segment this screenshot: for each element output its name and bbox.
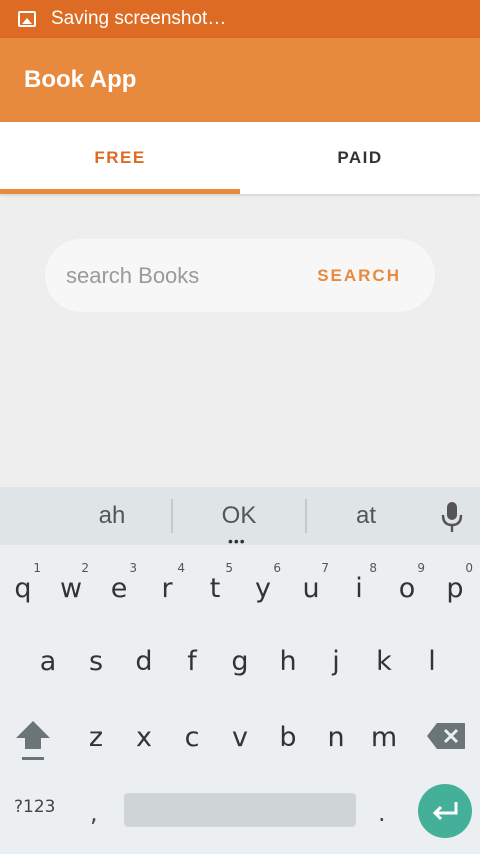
enter-arrow-icon [432,802,458,821]
key-v[interactable]: v [218,709,262,765]
search-button[interactable]: SEARCH [317,266,401,286]
tab-free[interactable]: FREE [0,122,240,194]
search-input[interactable] [66,262,296,289]
key-u[interactable]: 7u [289,553,333,609]
key-d[interactable]: d [122,633,166,689]
key-w[interactable]: 2w [49,553,93,609]
key-hint: 6 [273,561,281,575]
enter-key[interactable] [418,784,472,838]
microphone-icon[interactable] [440,501,464,533]
key-label: w [59,572,83,604]
tab-paid[interactable]: PAID [240,122,480,194]
key-hint: 2 [81,561,89,575]
key-l[interactable]: l [410,633,454,689]
soft-keyboard: ah OK at ••• 1q2w3e4r5t6y7u8i9o0p asdfgh… [0,487,480,854]
key-h[interactable]: h [266,633,310,689]
key-k[interactable]: k [362,633,406,689]
key-c[interactable]: c [170,709,214,765]
key-hint: 5 [225,561,233,575]
key-t[interactable]: 5t [193,553,237,609]
key-j[interactable]: j [314,633,358,689]
key-label: u [302,572,320,604]
shift-key-icon[interactable] [14,717,52,763]
image-icon [18,11,36,27]
key-s[interactable]: s [74,633,118,689]
key-hint: 4 [177,561,185,575]
symbols-key[interactable]: ?123 [14,797,55,817]
key-hint: 8 [369,561,377,575]
key-label: o [398,572,416,604]
key-label: p [446,572,464,604]
status-bar: Saving screenshot… [0,0,480,38]
key-p[interactable]: 0p [433,553,477,609]
key-label: t [209,572,221,604]
tab-bar: FREE PAID [0,122,480,194]
key-o[interactable]: 9o [385,553,429,609]
key-label: e [110,572,128,604]
key-label: y [255,572,271,604]
key-g[interactable]: g [218,633,262,689]
key-hint: 7 [321,561,329,575]
suggestion-1[interactable]: ah [62,487,162,545]
more-suggestions-indicator[interactable]: ••• [228,534,246,548]
key-hint: 3 [129,561,137,575]
key-q[interactable]: 1q [1,553,45,609]
key-a[interactable]: a [26,633,70,689]
key-hint: 9 [417,561,425,575]
backspace-key-icon[interactable] [427,723,465,749]
key-i[interactable]: 8i [337,553,381,609]
app-title: Book App [24,66,137,93]
suggestion-3[interactable]: at [316,487,416,545]
suggestion-divider [171,499,173,533]
comma-key[interactable]: , [90,799,98,827]
suggestion-divider [305,499,307,533]
key-f[interactable]: f [170,633,214,689]
key-n[interactable]: n [314,709,358,765]
space-bar[interactable] [124,793,356,827]
search-bar: SEARCH [45,239,435,312]
key-z[interactable]: z [74,709,118,765]
key-hint: 0 [465,561,473,575]
key-e[interactable]: 3e [97,553,141,609]
key-x[interactable]: x [122,709,166,765]
key-r[interactable]: 4r [145,553,189,609]
status-text: Saving screenshot… [51,8,227,29]
app-bar: Book App [0,38,480,122]
suggestion-strip: ah OK at ••• [0,487,480,548]
key-m[interactable]: m [362,709,406,765]
key-label: q [14,572,32,604]
key-b[interactable]: b [266,709,310,765]
period-key[interactable]: . [378,799,386,827]
key-label: r [161,572,173,604]
key-label: i [355,572,363,604]
key-y[interactable]: 6y [241,553,285,609]
key-hint: 1 [33,561,41,575]
